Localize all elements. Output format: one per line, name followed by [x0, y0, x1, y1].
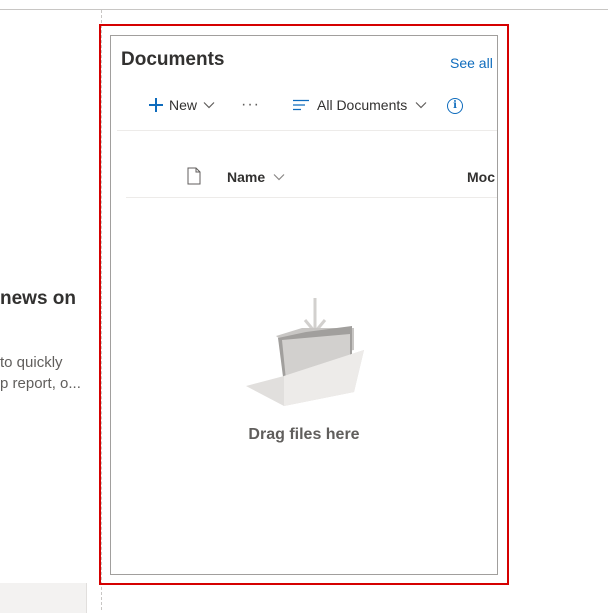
new-button[interactable]: New	[149, 97, 215, 113]
news-description: to quickly p report, o...	[0, 354, 81, 392]
webpart-title: Documents	[121, 49, 225, 70]
news-heading: news on	[0, 288, 77, 309]
info-icon[interactable]: i	[447, 98, 463, 114]
view-list-icon	[293, 99, 309, 111]
view-label: All Documents	[317, 97, 408, 113]
documents-webpart: Documents See all New ··· All Documents …	[110, 35, 498, 575]
see-all-link[interactable]: See all	[450, 55, 493, 71]
news-card[interactable]	[0, 583, 87, 613]
new-label: New	[169, 97, 198, 113]
file-icon	[187, 167, 201, 185]
empty-state-message: Drag files here	[248, 426, 360, 443]
header-divider	[126, 197, 497, 198]
folder-icon	[246, 298, 364, 406]
column-name[interactable]: Name	[227, 169, 285, 185]
command-bar-divider	[117, 130, 497, 131]
more-icon[interactable]: ···	[241, 96, 260, 114]
plus-icon	[149, 98, 163, 112]
column-name-label: Name	[227, 169, 266, 185]
arrow-down-icon	[303, 298, 327, 335]
chevron-down-icon	[415, 102, 427, 109]
chevron-down-icon	[273, 174, 285, 181]
column-header-row: Name Moc	[111, 166, 497, 190]
top-divider	[0, 9, 608, 10]
view-selector[interactable]: All Documents	[293, 97, 427, 113]
column-modified[interactable]: Moc	[467, 169, 495, 185]
chevron-down-icon	[203, 102, 215, 109]
